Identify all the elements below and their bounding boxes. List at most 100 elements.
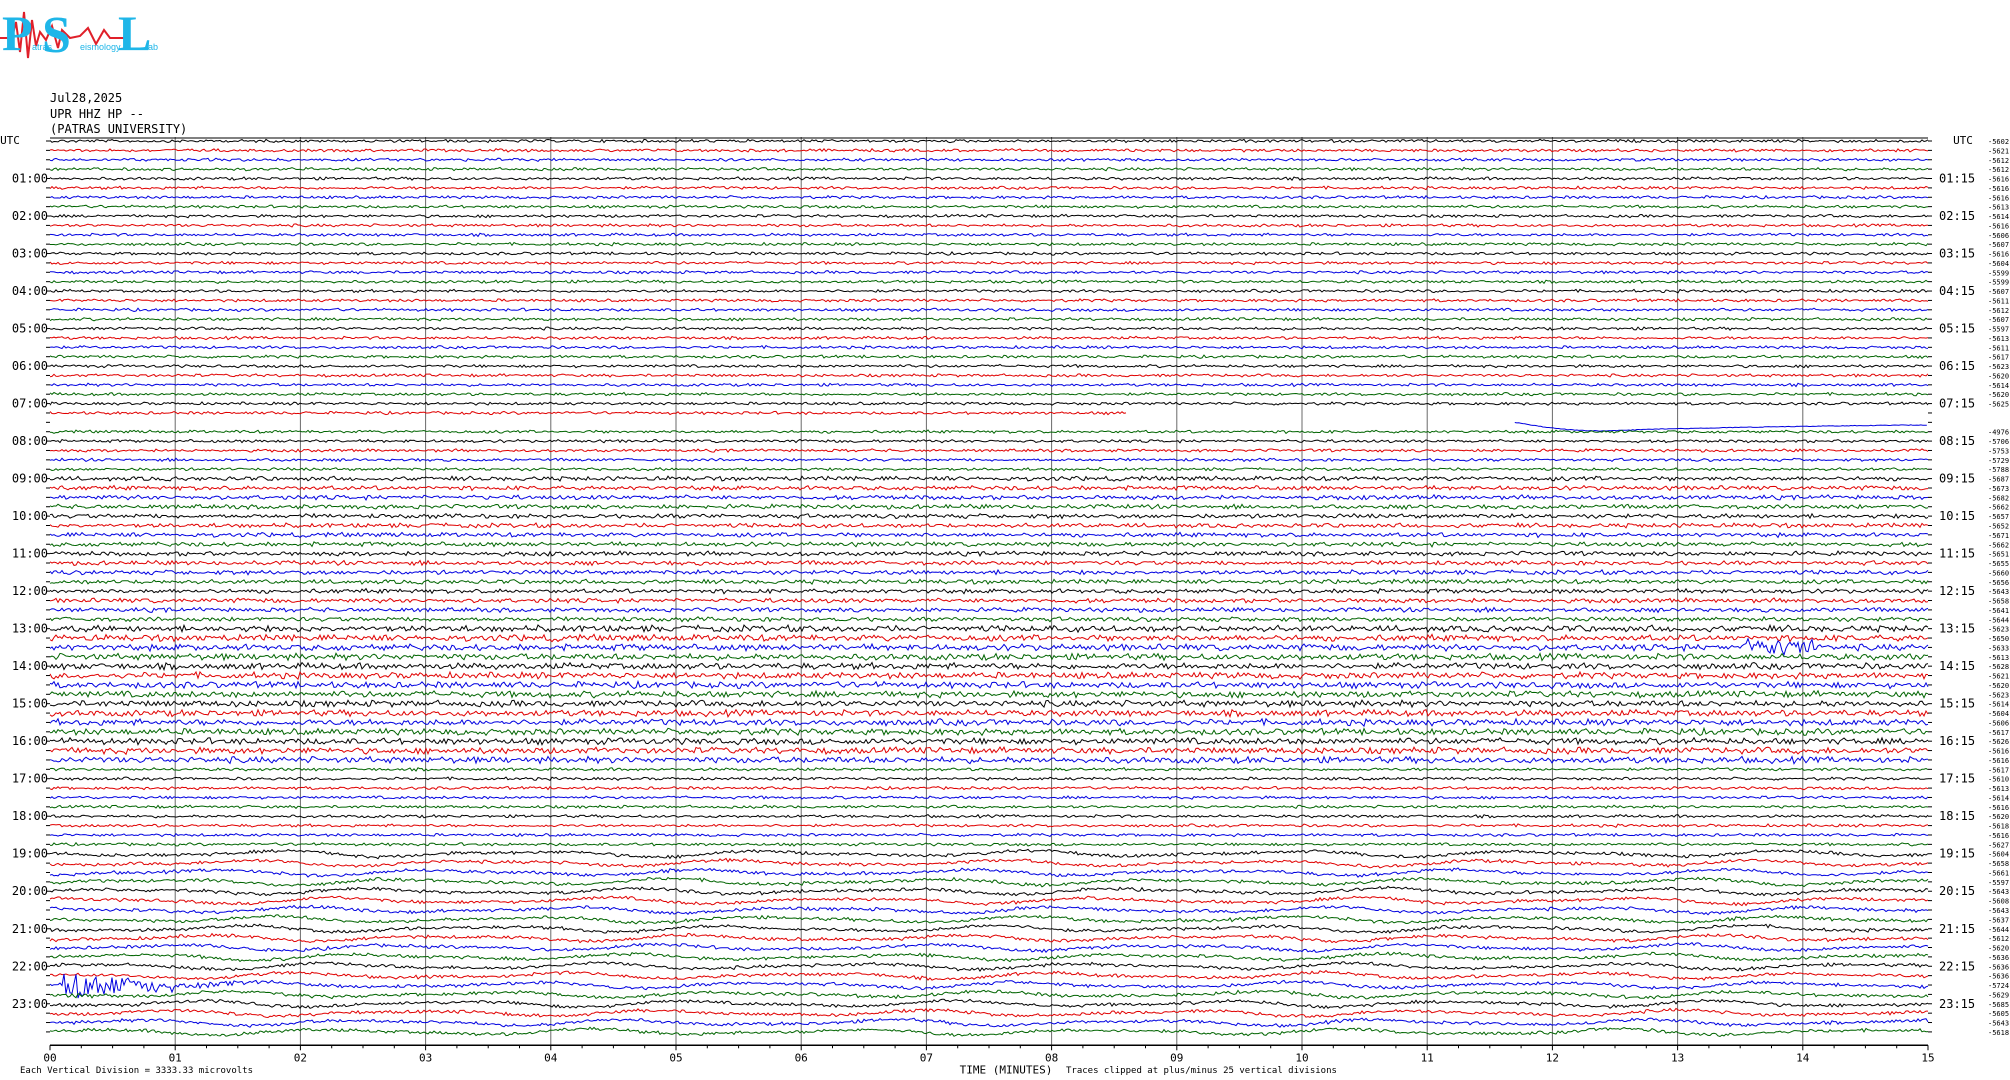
trace-line: [49, 726, 1929, 737]
row-offset-label: -5608: [1988, 898, 2009, 906]
trace-line: [49, 717, 1929, 728]
row-offset-label: -5673: [1988, 485, 2009, 493]
hour-label-right: 19:15: [1939, 847, 1975, 861]
hour-label-right: 10:15: [1939, 509, 1975, 523]
trace-line: [49, 923, 1929, 934]
row-offset-label: -5643: [1988, 888, 2009, 896]
trace-line: [49, 689, 1929, 699]
hour-label-right: 04:15: [1939, 284, 1975, 298]
row-offset-label: -5644: [1988, 616, 2009, 624]
hour-label-left: 17:00: [12, 772, 48, 786]
row-offset-label: -5614: [1988, 382, 2009, 390]
row-offset-label: -5611: [1988, 344, 2009, 352]
row-offset-label: -5753: [1988, 447, 2009, 455]
hour-label-left: 16:00: [12, 734, 48, 748]
trace-line: [49, 326, 1929, 331]
trace-line: [49, 736, 1929, 746]
trace-line: [49, 989, 1929, 1000]
row-offset-label: -5652: [1988, 522, 2009, 530]
row-offset-label: -5612: [1988, 157, 2009, 165]
trace-line: [49, 932, 1929, 944]
row-offset-label: -5671: [1988, 532, 2009, 540]
row-offset-label: -5616: [1988, 757, 2009, 765]
row-offset-label: -5628: [1988, 663, 2009, 671]
trace-line: [50, 776, 1929, 782]
row-offset-label: -5616: [1988, 748, 2009, 756]
row-offset-label: -5607: [1988, 241, 2009, 249]
trace-line: [49, 147, 1929, 153]
row-offset-label: -5643: [1988, 907, 2009, 915]
hour-label-left: 13:00: [12, 622, 48, 636]
trace-line: [49, 587, 1929, 595]
row-offset-label: -5644: [1988, 926, 2009, 934]
row-offset-label: -5620: [1988, 813, 2009, 821]
trace-line: [49, 785, 1929, 791]
row-offset-label: -5627: [1988, 841, 2009, 849]
hour-label-left: 15:00: [12, 697, 48, 711]
plot-axes: [46, 137, 1932, 1051]
trace-line: [49, 373, 1929, 378]
hour-label-right: 12:15: [1939, 584, 1975, 598]
trace-line: [49, 885, 1929, 897]
trace-line: [49, 232, 1929, 238]
hour-label-left: 06:00: [12, 359, 48, 373]
trace-line: [49, 848, 1929, 860]
row-offset-label: -5614: [1988, 701, 2009, 709]
trace-line: [50, 241, 1929, 247]
trace-line: [49, 755, 1928, 765]
helicorder-plot: UTC UTC 01:00 02:00 03:00 04:00 05:00 06:00 07:0…: [0, 134, 2009, 1076]
trace-line: [49, 448, 1929, 453]
trace-line: [49, 223, 1929, 228]
hour-label-right: 14:15: [1939, 659, 1975, 673]
trace-line: [49, 745, 1929, 756]
row-offset-label: -5655: [1988, 560, 2009, 568]
row-offset-label: -5613: [1988, 654, 2009, 662]
row-offset-label: -5607: [1988, 316, 2009, 324]
trace-line: [1514, 422, 1927, 432]
row-offset-label: -5613: [1988, 335, 2009, 343]
row-offset-label: -5643: [1988, 588, 2009, 596]
hour-label-right: 23:15: [1939, 997, 1975, 1011]
trace-line: [49, 596, 1929, 605]
trace-line: [49, 942, 1929, 953]
trace-line: [49, 166, 1929, 172]
trace-line: [50, 269, 1929, 275]
trace-line: [49, 410, 1127, 416]
hour-label-right: 17:15: [1939, 772, 1975, 786]
trace-line: [49, 633, 1929, 643]
row-offset-label: -5616: [1988, 222, 2009, 230]
row-offset-label: -5617: [1988, 729, 2009, 737]
hour-label-left: 07:00: [12, 397, 48, 411]
row-offset-label: -5636: [1988, 973, 2009, 981]
x-tick-label: 11: [1421, 1051, 1434, 1064]
row-offset-label: -5620: [1988, 372, 2009, 380]
trace-line: [49, 391, 1929, 397]
trace-line: [49, 484, 1929, 492]
row-offset-label: -5617: [1988, 354, 2009, 362]
row-offset-label: -5610: [1988, 776, 2009, 784]
row-offset-label: -5611: [1988, 297, 2009, 305]
row-offset-label: -5724: [1988, 982, 2009, 990]
x-tick-label: 15: [1921, 1051, 1934, 1064]
trace-line: [49, 914, 1929, 925]
row-offset-label: -5616: [1988, 251, 2009, 259]
hour-label-left: 20:00: [12, 884, 48, 898]
trace-line: [50, 876, 1929, 888]
hour-label-left: 11:00: [12, 547, 48, 561]
trace-line: [49, 307, 1929, 313]
trace-line: [49, 298, 1929, 303]
row-offset-label: -5606: [1988, 232, 2009, 240]
trace-line: [49, 857, 1929, 869]
hour-label-right: 09:15: [1939, 472, 1975, 486]
row-offset-label: -4976: [1988, 429, 2009, 437]
row-offset-label: -5616: [1988, 832, 2009, 840]
trace-line: [49, 973, 1929, 999]
x-tick-label: 06: [795, 1051, 808, 1064]
row-offset-label: -5620: [1988, 391, 2009, 399]
x-tick-label: 03: [419, 1051, 432, 1064]
trace-line: [49, 969, 1929, 981]
hour-label-right: 15:15: [1939, 697, 1975, 711]
row-offset-label: -5605: [1988, 1010, 2009, 1018]
hour-label-right: 21:15: [1939, 922, 1975, 936]
trace-line: [49, 344, 1929, 350]
